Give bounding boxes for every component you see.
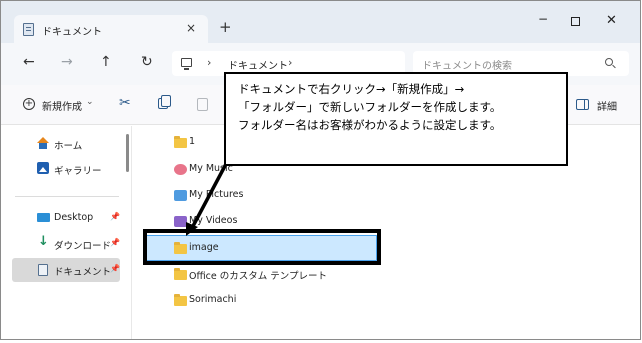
pin-icon[interactable]: 📌 [110,238,120,247]
chevron-right-icon[interactable]: › [207,56,211,69]
callout-line: ドキュメントで右クリック→「新規作成」→ [238,82,465,96]
details-pane-icon [576,99,589,110]
gallery-icon [37,162,49,174]
callout-line: 「フォルダー」で新しいフォルダーを作成します。 [238,100,502,114]
pin-icon[interactable]: 📌 [110,264,120,273]
sidebar-item-label: ダウンロード [54,241,112,252]
sidebar-item-label: ホーム [54,141,83,152]
folder-icon [174,136,187,148]
search-icon [605,58,613,66]
file-name: My Pictures [189,189,244,200]
plus-circle-icon: + [23,98,35,110]
callout-line: フォルダー名はお客様がわかるように設定します。 [238,118,502,132]
sidebar-item-downloads[interactable]: ↓ ダウンロード 📌 [12,232,120,256]
new-tab-button[interactable]: + [219,20,232,35]
navigation-pane: ホーム ギャラリー Desktop 📌 ↓ ダウンロード 📌 ドキュメント 📌 [1,126,132,339]
sidebar-item-documents[interactable]: ドキュメント 📌 [12,258,120,282]
close-window-button[interactable]: ✕ [606,14,617,27]
sidebar-item-desktop[interactable]: Desktop 📌 [12,206,120,230]
file-name: 1 [189,136,196,147]
documents-icon [38,264,48,276]
minimize-button[interactable]: − [538,13,548,25]
chevron-down-icon: ⌄ [86,97,94,107]
explorer-window: ドキュメント × + − ✕ ← → ↑ ↻ › ドキュメント › ドキュメント… [0,0,641,340]
chevron-right-icon[interactable]: › [288,56,292,69]
cut-icon[interactable]: ✂ [119,95,131,111]
up-button[interactable]: ↑ [100,55,112,69]
sidebar-item-label: ドキュメント [54,267,112,278]
folder-icon [174,268,187,280]
sidebar-item-gallery[interactable]: ギャラリー [12,157,120,181]
details-label: 詳細 [597,102,617,113]
music-folder-icon [174,164,187,175]
search-placeholder: ドキュメントの検索 [422,61,512,72]
file-name: Sorimachi [189,294,237,305]
sidebar-divider [15,196,119,197]
tab-close-button[interactable]: × [186,21,196,35]
tab-title: ドキュメント [42,27,102,38]
copy-icon[interactable] [158,95,171,109]
highlight-frame [143,229,381,265]
download-icon: ↓ [38,234,49,249]
videos-folder-icon [174,216,187,227]
sidebar-item-label: Desktop [54,212,94,223]
documents-icon [23,23,34,36]
instruction-callout: ドキュメントで右クリック→「新規作成」→ 「フォルダー」で新しいフォルダーを作成… [224,72,568,166]
list-item[interactable]: Sorimachi [145,287,377,313]
pictures-folder-icon [174,190,187,201]
refresh-button[interactable]: ↻ [141,55,153,69]
sidebar-item-home[interactable]: ホーム [12,132,120,156]
list-item[interactable]: My Pictures [145,182,377,208]
maximize-button[interactable] [571,17,580,26]
tab-documents[interactable]: ドキュメント × [14,15,208,43]
paste-icon[interactable] [197,98,208,111]
back-button[interactable]: ← [23,55,35,69]
pc-icon [181,58,192,70]
file-name: Office のカスタム テンプレート [189,271,327,282]
folder-icon [174,294,187,306]
desktop-icon [37,213,50,222]
pin-icon[interactable]: 📌 [110,212,120,221]
sidebar-scrollbar[interactable] [126,134,129,172]
sidebar-item-label: ギャラリー [54,166,102,177]
forward-button[interactable]: → [61,55,73,69]
new-button-label: 新規作成 [42,102,82,113]
breadcrumb-documents[interactable]: ドキュメント [228,57,288,72]
file-name: My Videos [189,215,238,226]
home-icon [37,137,49,149]
title-bar: ドキュメント × + − ✕ [1,1,640,43]
